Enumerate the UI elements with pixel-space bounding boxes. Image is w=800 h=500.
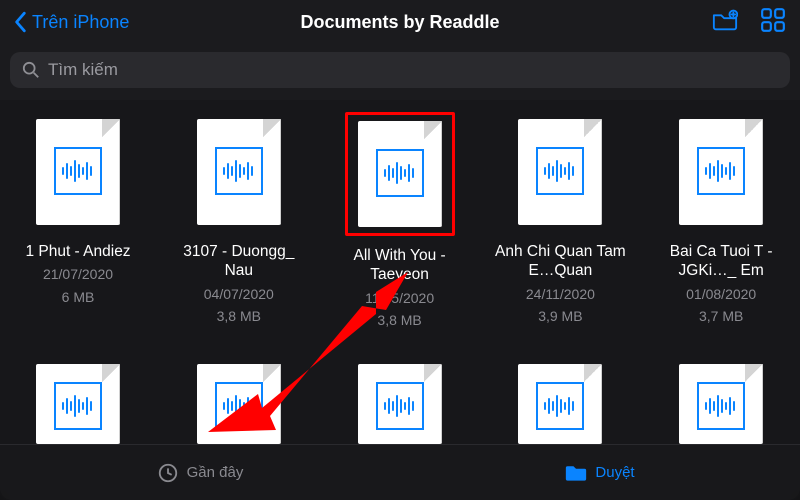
file-date: 11/05/2020: [365, 289, 434, 307]
file-item[interactable]: [488, 357, 632, 451]
file-date: 04/07/2020: [204, 285, 274, 303]
search-input[interactable]: Tìm kiếm: [10, 52, 790, 88]
file-date: 21/07/2020: [43, 265, 113, 283]
file-size: 3,8 MB: [377, 311, 421, 329]
file-item[interactable]: All With You - Taeyeon 11/05/2020 3,8 MB: [328, 112, 472, 329]
file-date: 01/08/2020: [686, 285, 756, 303]
view-grid-button[interactable]: [760, 7, 786, 38]
folder-icon: [565, 462, 587, 484]
file-size: 6 MB: [62, 288, 95, 306]
folder-plus-icon: [712, 7, 738, 33]
search-placeholder: Tìm kiếm: [48, 60, 118, 80]
tab-recent-label: Gần đây: [187, 464, 244, 481]
back-button[interactable]: Trên iPhone: [14, 11, 129, 33]
file-size: 3,9 MB: [538, 307, 582, 325]
tab-browse[interactable]: Duyệt: [400, 445, 800, 500]
file-item[interactable]: [6, 357, 150, 451]
tab-bar: Gần đây Duyệt: [0, 444, 800, 500]
file-item[interactable]: [167, 357, 311, 451]
clock-icon: [157, 462, 179, 484]
page-title: Documents by Readdle: [300, 12, 499, 33]
search-icon: [22, 61, 40, 79]
file-item[interactable]: [328, 357, 472, 451]
grid-icon: [760, 7, 786, 33]
tab-browse-label: Duyệt: [595, 464, 634, 481]
file-item[interactable]: 1 Phut - Andiez 21/07/2020 6 MB: [6, 112, 150, 329]
file-item[interactable]: Bai Ca Tuoi T - JGKi…_ Em 01/08/2020 3,7 M…: [649, 112, 793, 329]
chevron-left-icon: [14, 11, 28, 33]
file-name: Anh Chi Quan Tam E…Quan: [490, 242, 630, 281]
file-name: All With You - Taeyeon: [330, 246, 470, 285]
file-item[interactable]: [649, 357, 793, 451]
tab-recent[interactable]: Gần đây: [0, 445, 400, 500]
file-item[interactable]: Anh Chi Quan Tam E…Quan 24/11/2020 3,9 MB: [488, 112, 632, 329]
file-item[interactable]: 3107 - Duongg_ Nau 04/07/2020 3,8 MB: [167, 112, 311, 329]
new-folder-button[interactable]: [712, 7, 738, 38]
file-date: 24/11/2020: [526, 285, 595, 303]
file-name: 3107 - Duongg_ Nau: [169, 242, 309, 281]
file-name: 1 Phut - Andiez: [25, 242, 130, 261]
file-size: 3,7 MB: [699, 307, 743, 325]
file-name: Bai Ca Tuoi T - JGKi…_ Em: [651, 242, 791, 281]
file-size: 3,8 MB: [217, 307, 261, 325]
back-label: Trên iPhone: [32, 12, 129, 33]
